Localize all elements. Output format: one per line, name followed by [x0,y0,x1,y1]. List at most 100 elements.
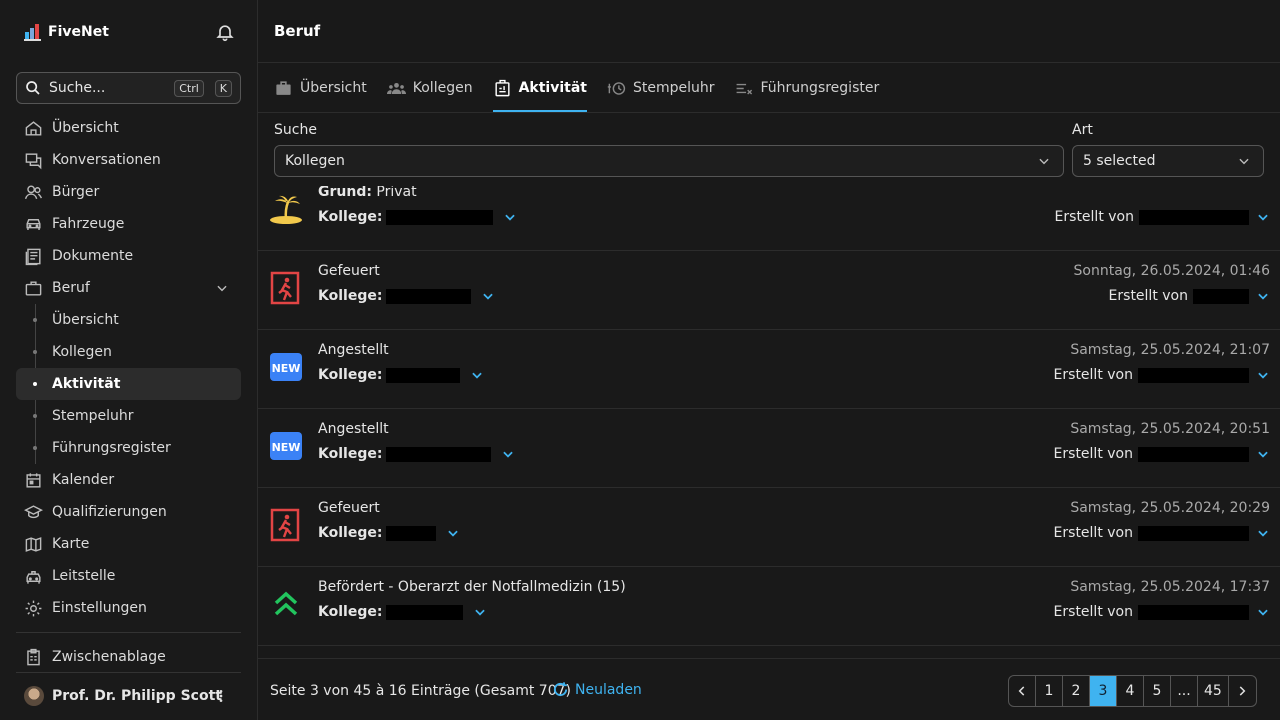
app-brand[interactable]: FiveNet [24,22,109,42]
colleague-label: Kollege: [318,604,383,620]
tab-label: Führungsregister [760,80,880,96]
sidebar-item-dokumente[interactable]: Dokumente [16,240,241,272]
page-button-45[interactable]: 45 [1198,676,1229,706]
new-icon: NEW [270,353,302,381]
bell-icon[interactable] [215,22,235,42]
sidebar-item-fahrzeuge[interactable]: Fahrzeuge [16,208,241,240]
sidebar-sub-stempeluhr[interactable]: Stempeluhr [33,400,241,432]
user-name: Prof. Dr. Philipp Scott [52,688,222,704]
sidebar-nav: Übersicht Konversationen Bürger Fahrzeug… [16,112,241,624]
logo-icon [24,24,41,41]
kebab-menu-icon[interactable] [213,688,229,704]
prev-page-button[interactable] [1009,676,1036,706]
page-button-4[interactable]: 4 [1117,676,1144,706]
chevron-down-icon[interactable] [501,447,515,461]
activity-date: Sonntag, 26.05.2024, 01:46 [1073,263,1270,279]
app-name: FiveNet [48,24,109,40]
sidebar-item-label: Bürger [52,184,100,200]
new-badge-text: NEW [272,362,301,375]
chevron-down-icon [1039,158,1049,165]
page-button-2[interactable]: 2 [1063,676,1090,706]
chevron-down-icon[interactable] [1256,605,1270,619]
users-icon [24,184,43,199]
creator-field: Erstellt von [1054,604,1270,620]
sidebar-sub-label: Kollegen [52,344,112,360]
chevron-down-icon[interactable] [473,605,487,619]
sidebar-item-einstellungen[interactable]: Einstellungen [16,592,241,624]
creator-field: Erstellt von [1055,209,1270,225]
sidebar-item-konversationen[interactable]: Konversationen [16,144,241,176]
tab-label: Übersicht [300,80,367,96]
redacted-name [386,446,492,462]
colleague-field: Kollege: [318,525,460,541]
list-item: Gefeuert Kollege: Sonntag, 26.05.2024, 0… [258,251,1280,330]
chevron-down-icon[interactable] [215,281,229,295]
sidebar-sub-fuehrungsregister[interactable]: Führungsregister [33,432,241,464]
user-menu[interactable]: Prof. Dr. Philipp Scott [16,680,241,712]
activity-board-icon [495,79,510,96]
sidebar-sub-uebersicht[interactable]: Übersicht [33,304,241,336]
page-button-3[interactable]: 3 [1090,676,1117,706]
creator-label: Erstellt von [1053,525,1133,541]
chevron-down-icon[interactable] [470,368,484,382]
page-button-5[interactable]: 5 [1144,676,1171,706]
sidebar-item-label: Karte [52,536,90,552]
calendar-icon [26,472,41,488]
page-button-1[interactable]: 1 [1036,676,1063,706]
reason-value: Privat [376,186,417,200]
type-filter-select[interactable]: 5 selected [1072,145,1264,177]
briefcase-icon [276,80,291,95]
tab-bar: Übersicht Kollegen Aktivität Stempeluhr … [274,64,879,113]
sidebar-item-label: Einstellungen [52,600,147,616]
sidebar-item-label: Kalender [52,472,115,488]
activity-title: Gefeuert [318,263,380,279]
chevron-down-icon[interactable] [503,210,517,224]
sidebar-item-zwischenablage[interactable]: Zwischenablage [16,641,241,673]
chevron-down-icon[interactable] [1256,526,1270,540]
redacted-name [386,209,494,225]
tab-stempeluhr[interactable]: Stempeluhr [607,64,715,112]
chevron-down-icon[interactable] [1256,289,1270,303]
activity-title: Angestellt [318,421,389,437]
reload-button[interactable]: Neuladen [552,681,642,698]
search-filter-value: Kollegen [285,153,345,169]
chevron-down-icon[interactable] [446,526,460,540]
activity-date: Samstag, 25.05.2024, 17:37 [1070,579,1270,595]
chevron-left-icon [1018,686,1025,696]
search-filter-select[interactable]: Kollegen [274,145,1064,177]
sidebar-item-qualifizierungen[interactable]: Qualifizierungen [16,496,241,528]
tab-kollegen[interactable]: Kollegen [386,64,473,112]
chevron-down-icon[interactable] [1256,368,1270,382]
search-button[interactable]: Suche... Ctrl K [16,72,241,104]
redacted-name [1139,209,1249,225]
exit-icon [270,508,300,542]
chevron-double-up-icon [274,591,298,616]
sidebar-sub-label: Aktivität [52,376,121,392]
sidebar-item-buerger[interactable]: Bürger [16,176,241,208]
sidebar-item-beruf[interactable]: Beruf [16,272,241,304]
chevron-right-icon [1240,686,1246,696]
colleague-field: Kollege: [318,209,517,225]
map-icon [25,536,42,552]
sidebar-sub-kollegen[interactable]: Kollegen [33,336,241,368]
chevron-down-icon[interactable] [1256,210,1270,224]
search-filter-label: Suche [274,122,317,138]
activity-title: Angestellt [318,342,389,358]
sidebar-item-leitstelle[interactable]: Leitstelle [16,560,241,592]
tab-uebersicht[interactable]: Übersicht [274,64,367,112]
sidebar-item-uebersicht[interactable]: Übersicht [16,112,241,144]
tab-fuehrungsregister[interactable]: Führungsregister [735,64,880,112]
sidebar-item-label: Fahrzeuge [52,216,125,232]
page-title: Beruf [274,22,321,40]
sidebar-sub-aktivitaet[interactable]: Aktivität [16,368,241,400]
sidebar-divider [16,672,241,673]
chevron-down-icon[interactable] [1256,447,1270,461]
tab-aktivitaet[interactable]: Aktivität [492,64,588,112]
sidebar-item-kalender[interactable]: Kalender [16,464,241,496]
chevron-down-icon[interactable] [481,289,495,303]
activity-title: Befördert - Oberarzt der Notfallmedizin … [318,579,626,595]
next-page-button[interactable] [1229,676,1256,706]
clipboard-section: Zwischenablage [16,641,241,673]
sidebar-item-karte[interactable]: Karte [16,528,241,560]
redacted-name [1138,604,1249,620]
